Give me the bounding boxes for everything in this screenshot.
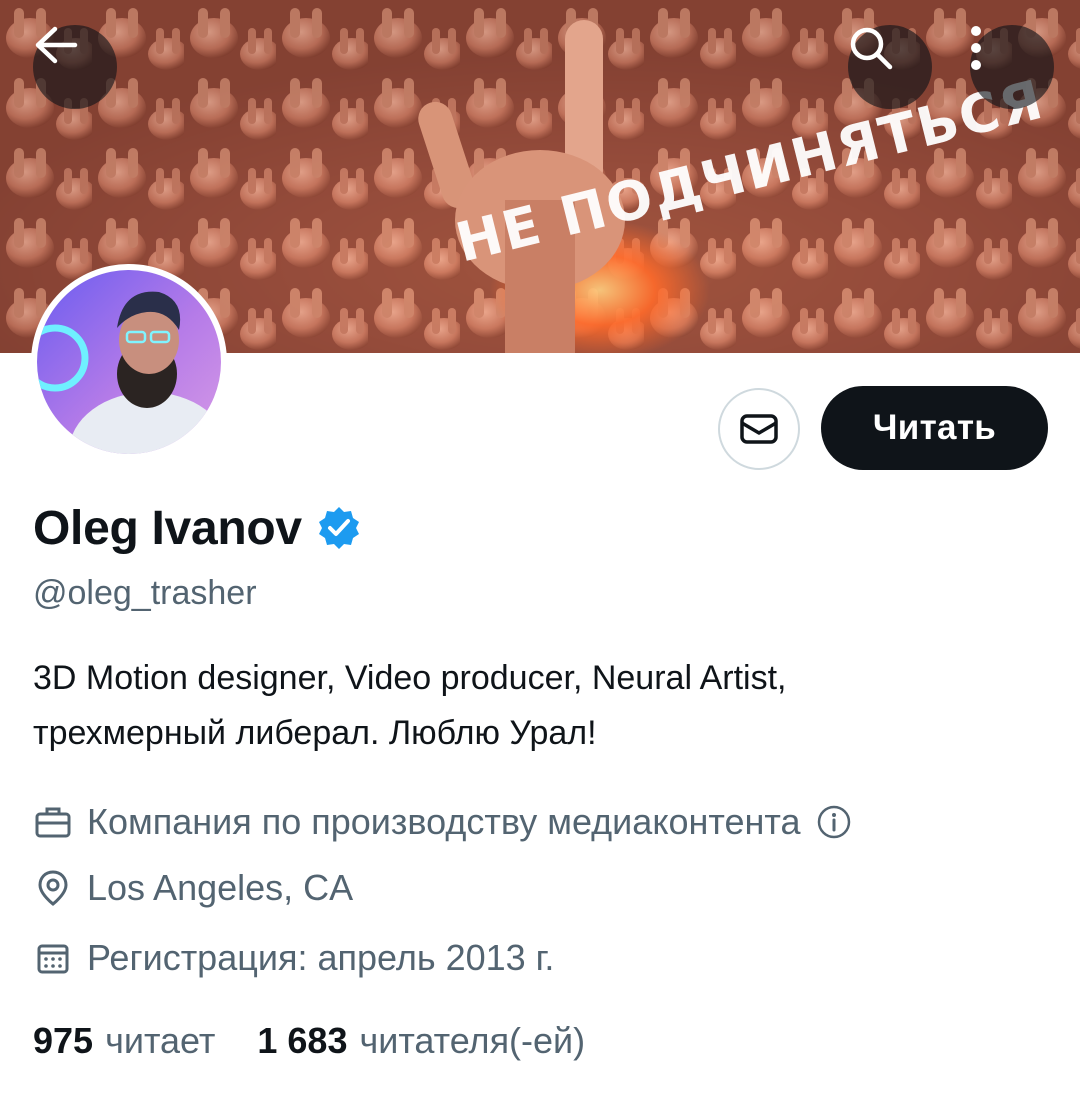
following-label: читает [105, 1020, 216, 1061]
followers-stat[interactable]: 1 683 читателя(-ей) [257, 1020, 585, 1062]
category-text: Компания по производству медиаконтента [87, 801, 801, 842]
display-name: Oleg Ivanov [33, 501, 302, 555]
handle: @oleg_trasher [33, 574, 257, 612]
joined-text: Регистрация: апрель 2013 г. [87, 937, 555, 978]
location-row: Los Angeles, CA [33, 863, 353, 913]
bio-line-1: 3D Motion designer, Video producer, Neur… [33, 659, 787, 697]
more-button[interactable] [970, 25, 1054, 109]
following-stat[interactable]: 975 читает [33, 1020, 215, 1062]
avatar[interactable] [31, 264, 227, 460]
more-vertical-icon [971, 26, 981, 70]
follow-button[interactable]: Читать [821, 386, 1048, 470]
followers-count: 1 683 [257, 1020, 348, 1061]
search-button[interactable] [848, 25, 932, 109]
back-button[interactable] [33, 25, 117, 109]
category-row: Компания по производству медиаконтента [33, 797, 854, 847]
arrow-left-icon [35, 26, 78, 64]
search-icon [850, 27, 893, 70]
location-text: Los Angeles, CA [87, 867, 354, 908]
bio: 3D Motion designer, Video producer, Neur… [33, 651, 1043, 761]
envelope-icon [740, 414, 778, 444]
message-button[interactable] [718, 388, 800, 470]
following-count: 975 [33, 1020, 94, 1061]
joined-row: Регистрация: апрель 2013 г. [33, 933, 554, 983]
followers-label: читателя(-ей) [359, 1020, 586, 1061]
name-row: Oleg Ivanov [33, 496, 362, 560]
bio-line-2: трехмерный либерал. Люблю Урал! [33, 714, 597, 752]
stats-row: 975 читает 1 683 читателя(-ей) [33, 1015, 585, 1067]
calendar-icon [33, 938, 73, 978]
avatar-image [37, 270, 221, 454]
briefcase-icon [33, 802, 73, 842]
location-pin-icon [33, 868, 73, 908]
verified-badge-icon[interactable] [316, 505, 362, 551]
info-icon[interactable] [814, 802, 854, 842]
